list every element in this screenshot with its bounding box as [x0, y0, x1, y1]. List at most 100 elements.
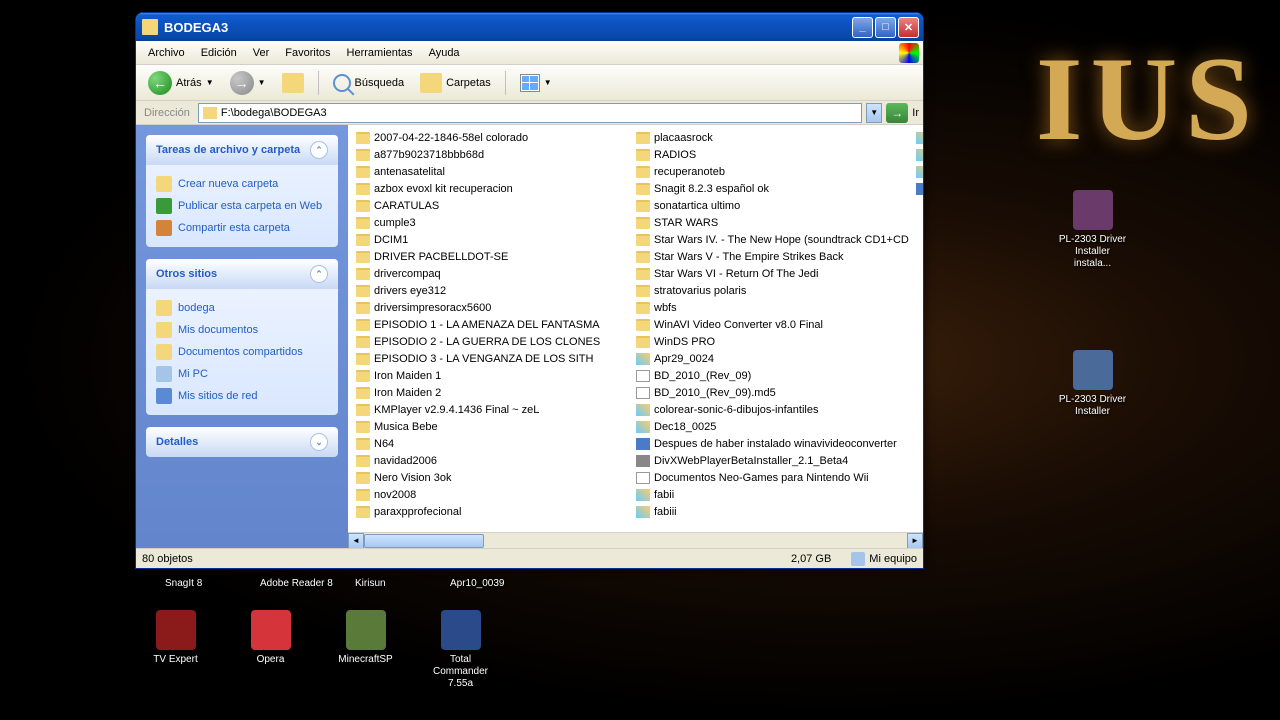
desktop-shortcut[interactable]: Total Commander 7.55a — [423, 610, 498, 690]
file-item[interactable]: driversimpresoracx5600 — [352, 299, 632, 316]
file-item[interactable]: DivXWebPlayerBetaInstaller_2.1_Beta4 — [632, 452, 912, 469]
file-item[interactable]: navidad2006 — [352, 452, 632, 469]
file-item[interactable]: faby — [912, 163, 923, 180]
file-item[interactable]: EPISODIO 1 - LA AMENAZA DEL FANTASMA — [352, 316, 632, 333]
other-places-panel: Otros sitios ⌃ bodegaMis documentosDocum… — [146, 259, 338, 415]
file-item[interactable]: fabii — [632, 486, 912, 503]
task-link[interactable]: Crear nueva carpeta — [156, 173, 328, 195]
file-item[interactable]: Dec18_0025 — [632, 418, 912, 435]
file-item[interactable]: nov2008 — [352, 486, 632, 503]
file-item[interactable]: DRIVER PACBELLDOT-SE — [352, 248, 632, 265]
scroll-left-icon[interactable]: ◄ — [348, 533, 364, 549]
file-item[interactable]: wbfs — [632, 299, 912, 316]
desktop-label[interactable]: Adobe Reader 8 — [260, 578, 333, 589]
address-dropdown[interactable]: ▼ — [866, 103, 882, 123]
file-item[interactable]: paraxpprofecional — [352, 503, 632, 520]
file-item[interactable]: placaasrock — [632, 129, 912, 146]
file-item[interactable]: drivers eye312 — [352, 282, 632, 299]
file-item[interactable]: fabiii — [632, 503, 912, 520]
close-button[interactable]: ✕ — [898, 17, 919, 38]
file-item[interactable]: recuperanoteb — [632, 163, 912, 180]
place-link[interactable]: Mis sitios de red — [156, 385, 328, 407]
address-input[interactable]: F:\bodega\BODEGA3 — [198, 103, 862, 123]
file-item[interactable]: fabiiiiii — [912, 129, 923, 146]
go-button[interactable]: → — [886, 103, 908, 123]
forward-button[interactable]: →▼ — [224, 68, 272, 98]
file-item[interactable]: a877b9023718bbb68d — [352, 146, 632, 163]
file-item[interactable]: RADIOS — [632, 146, 912, 163]
back-button[interactable]: ←Atrás▼ — [142, 68, 220, 98]
panel-header[interactable]: Otros sitios ⌃ — [146, 259, 338, 289]
menu-herramientas[interactable]: Herramientas — [339, 44, 421, 62]
file-item[interactable]: BD_2010_(Rev_09) — [632, 367, 912, 384]
place-link[interactable]: Mis documentos — [156, 319, 328, 341]
file-item[interactable]: Iron Maiden 2 — [352, 384, 632, 401]
maximize-button[interactable]: □ — [875, 17, 896, 38]
file-item[interactable]: Apr29_0024 — [632, 350, 912, 367]
scroll-thumb[interactable] — [364, 534, 484, 548]
file-item[interactable]: KMPlayer v2.9.4.1436 Final ~ zeL — [352, 401, 632, 418]
file-item[interactable]: EPISODIO 3 - LA VENGANZA DE LOS SITH — [352, 350, 632, 367]
task-link[interactable]: Publicar esta carpeta en Web — [156, 195, 328, 217]
folders-button[interactable]: Carpetas — [414, 70, 497, 96]
file-item[interactable]: Snagit 8.2.3 español ok — [632, 180, 912, 197]
file-item[interactable]: DCIM1 — [352, 231, 632, 248]
file-item[interactable]: antenasatelital — [352, 163, 632, 180]
file-item[interactable]: colorear-sonic-6-dibujos-infantiles — [632, 401, 912, 418]
expand-icon[interactable]: ⌄ — [310, 433, 328, 451]
app-icon — [346, 610, 386, 650]
search-button[interactable]: Búsqueda — [327, 71, 411, 95]
file-item[interactable]: stratovarius polaris — [632, 282, 912, 299]
file-item[interactable]: WinDS PRO — [632, 333, 912, 350]
desktop-shortcut[interactable]: PL-2303 Driver Installer — [1055, 350, 1130, 418]
file-item[interactable]: WinAVI Video Converter v8.0 Final — [632, 316, 912, 333]
place-link[interactable]: Mi PC — [156, 363, 328, 385]
file-item[interactable]: EPISODIO 2 - LA GUERRA DE LOS CLONES — [352, 333, 632, 350]
file-item[interactable]: cumple3 — [352, 214, 632, 231]
desktop-shortcut[interactable]: MinecraftSP — [328, 610, 403, 666]
collapse-icon[interactable]: ⌃ — [310, 265, 328, 283]
place-link[interactable]: Documentos compartidos — [156, 341, 328, 363]
file-item[interactable]: Star Wars IV. - The New Hope (soundtrack… — [632, 231, 912, 248]
file-item[interactable]: Nero Vision 3ok — [352, 469, 632, 486]
file-item[interactable]: STAR WARS — [632, 214, 912, 231]
panel-header[interactable]: Detalles ⌄ — [146, 427, 338, 457]
minimize-button[interactable]: _ — [852, 17, 873, 38]
menu-ver[interactable]: Ver — [245, 44, 278, 62]
file-item[interactable]: drivercompaq — [352, 265, 632, 282]
file-item[interactable]: Star Wars VI - Return Of The Jedi — [632, 265, 912, 282]
file-item[interactable]: fabito — [912, 146, 923, 163]
file-item[interactable]: HDD Wii Instrucciones — [912, 180, 923, 197]
file-item[interactable]: CARATULAS — [352, 197, 632, 214]
menu-archivo[interactable]: Archivo — [140, 44, 193, 62]
views-button[interactable]: ▼ — [514, 71, 558, 95]
file-item[interactable]: sonatartica ultimo — [632, 197, 912, 214]
desktop-label[interactable]: SnagIt 8 — [165, 578, 202, 589]
menu-edicion[interactable]: Edición — [193, 44, 245, 62]
desktop-label[interactable]: Kirisun — [355, 578, 386, 589]
titlebar[interactable]: BODEGA3 _ □ ✕ — [136, 13, 923, 41]
file-item[interactable]: 2007-04-22-1846-58el colorado — [352, 129, 632, 146]
file-item[interactable]: Iron Maiden 1 — [352, 367, 632, 384]
task-link[interactable]: Compartir esta carpeta — [156, 217, 328, 239]
desktop-shortcut[interactable]: Opera — [233, 610, 308, 666]
file-item[interactable]: N64 — [352, 435, 632, 452]
menu-favoritos[interactable]: Favoritos — [277, 44, 338, 62]
file-list[interactable]: 2007-04-22-1846-58el coloradoa877b902371… — [348, 125, 923, 532]
horizontal-scrollbar[interactable]: ◄ ► — [348, 532, 923, 548]
place-link[interactable]: bodega — [156, 297, 328, 319]
file-item[interactable]: Star Wars V - The Empire Strikes Back — [632, 248, 912, 265]
file-item[interactable]: Despues de haber instalado winavivideoco… — [632, 435, 912, 452]
desktop-label[interactable]: Apr10_0039 — [450, 578, 505, 589]
file-item[interactable]: BD_2010_(Rev_09).md5 — [632, 384, 912, 401]
desktop-shortcut[interactable]: TV Expert — [138, 610, 213, 666]
file-item[interactable]: azbox evoxl kit recuperacion — [352, 180, 632, 197]
menu-ayuda[interactable]: Ayuda — [421, 44, 468, 62]
desktop-shortcut[interactable]: PL-2303 Driver Installer instala... — [1055, 190, 1130, 270]
file-item[interactable]: Musica Bebe — [352, 418, 632, 435]
panel-header[interactable]: Tareas de archivo y carpeta ⌃ — [146, 135, 338, 165]
file-item[interactable]: Documentos Neo-Games para Nintendo Wii — [632, 469, 912, 486]
scroll-right-icon[interactable]: ► — [907, 533, 923, 549]
collapse-icon[interactable]: ⌃ — [310, 141, 328, 159]
up-button[interactable] — [276, 70, 310, 96]
